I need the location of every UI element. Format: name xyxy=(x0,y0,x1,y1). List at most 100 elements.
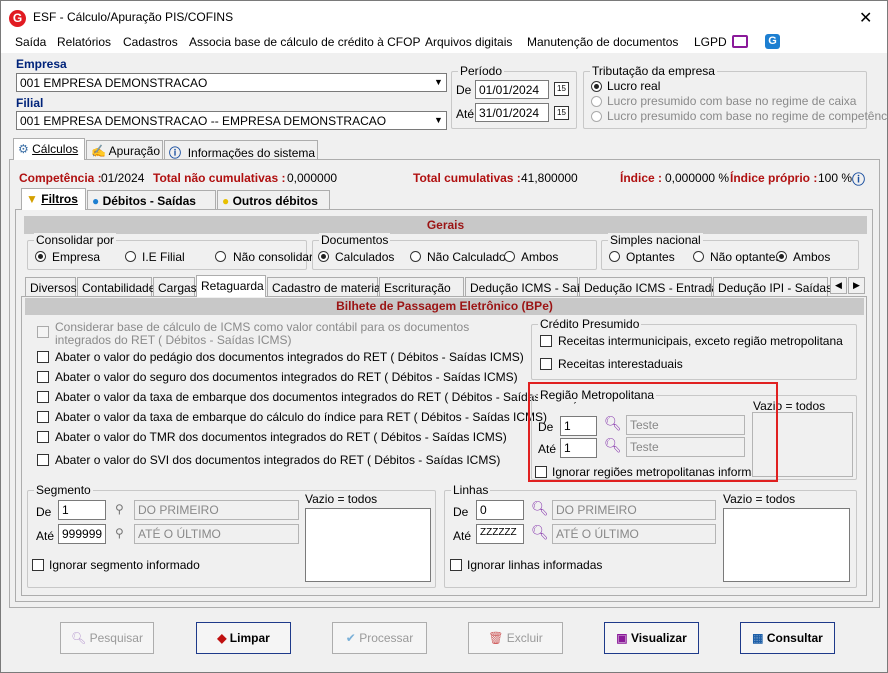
bpe-heading: Bilhete de Passagem Eletrônico (BPe) xyxy=(25,298,864,315)
binoculars-icon[interactable]: ⚲ xyxy=(115,526,124,540)
menu-bar: Saída Relatórios Cadastros Associa base … xyxy=(1,33,887,53)
tab-cadastro-materiais[interactable]: Cadastro de materiais xyxy=(267,277,389,297)
lucro-presumido-competencia-radio[interactable] xyxy=(591,111,602,122)
segmento-de-label: De xyxy=(36,505,52,519)
chevron-down-icon[interactable]: ▼ xyxy=(430,112,446,129)
menu-associa-base[interactable]: Associa base de cálculo de crédito à CFO… xyxy=(189,35,420,49)
ignorar-linhas-checkbox[interactable] xyxy=(450,559,462,571)
binoculars-icon[interactable]: ⚲ xyxy=(115,502,124,516)
optantes-radio[interactable] xyxy=(609,251,620,262)
menu-cadastros[interactable]: Cadastros xyxy=(123,35,178,49)
menu-relatorios[interactable]: Relatórios xyxy=(57,35,111,49)
info-icon: ⓘ xyxy=(169,146,182,160)
total-nao-cumulativas-value: 0,000000 xyxy=(287,171,338,185)
linhas-de-input[interactable]: 0 xyxy=(476,500,524,520)
visualizar-label: Visualizar xyxy=(630,631,687,645)
tab-escrituracao[interactable]: Escrituração xyxy=(379,277,464,297)
filial-select[interactable]: 001 EMPRESA DEMONSTRACAO -- EMPRESA DEMO… xyxy=(16,111,447,130)
tab-retaguarda[interactable]: Retaguarda xyxy=(196,275,266,297)
tab-contabilidade[interactable]: Contabilidade xyxy=(77,277,155,297)
nao-optantes-radio[interactable] xyxy=(693,251,704,262)
search-icon[interactable]: 🔍︎ xyxy=(531,500,549,517)
menu-saida[interactable]: Saída xyxy=(15,35,46,49)
segmento-ate-input[interactable]: 999999 xyxy=(58,524,106,544)
tab-calculos[interactable]: ⚙ Cálculos xyxy=(13,138,85,160)
periodo-ate-input[interactable]: 31/01/2024 xyxy=(475,103,549,122)
consolidar-ie-radio[interactable] xyxy=(125,251,136,262)
calendar-icon[interactable]: 15 xyxy=(554,106,569,120)
nao-optantes-label: Não optantes xyxy=(710,250,782,264)
credito-label: Crédito Presumido xyxy=(538,317,642,331)
processar-label: Processar xyxy=(359,631,414,645)
tab-outros-debitos[interactable]: ● Outros débitos xyxy=(217,190,330,210)
bpe-option-3-checkbox[interactable] xyxy=(37,391,49,403)
receitas-interestaduais-label: Receitas interestaduais xyxy=(558,357,683,371)
linhas-ate-label: Até xyxy=(453,529,472,543)
close-button[interactable]: ✕ xyxy=(859,8,872,28)
periodo-de-label: De xyxy=(456,83,472,97)
info-icon[interactable]: ⓘ xyxy=(852,169,865,188)
consolidar-ie-label: I.E Filial xyxy=(142,250,185,264)
bpe-option-2-checkbox[interactable] xyxy=(37,371,49,383)
tab-deducao-icms-saidas[interactable]: Dedução ICMS - Saídas xyxy=(465,277,599,297)
segmento-list[interactable] xyxy=(305,508,431,582)
limpar-button[interactable]: ◆ Limpar xyxy=(196,622,291,654)
nao-consolidar-label: Não consolidar xyxy=(233,250,314,264)
simples-ambos-radio[interactable] xyxy=(776,251,787,262)
pesquisar-button[interactable]: 🔍︎ Pesquisar xyxy=(60,622,154,654)
brand-g-icon[interactable]: G xyxy=(765,34,780,49)
check-icon: ✔ xyxy=(345,631,356,645)
segmento-de-input[interactable]: 1 xyxy=(58,500,106,520)
visualizar-button[interactable]: ▣ Visualizar xyxy=(604,622,699,654)
documentos-ambos-radio[interactable] xyxy=(504,251,515,262)
tab-informacoes-sistema[interactable]: ⓘ Informações do sistema xyxy=(164,140,318,160)
linhas-ate-input[interactable]: ZZZZZZ xyxy=(476,524,524,544)
calendar-icon[interactable]: 15 xyxy=(554,82,569,96)
tab-diversos[interactable]: Diversos xyxy=(25,277,77,297)
processar-button[interactable]: ✔ Processar xyxy=(332,622,427,654)
tab-filtros[interactable]: ▼ Filtros xyxy=(21,188,86,210)
consolidar-empresa-radio[interactable] xyxy=(35,251,46,262)
lucro-presumido-caixa-radio[interactable] xyxy=(591,96,602,107)
tab-scroll-left-icon[interactable]: ◀ xyxy=(830,277,847,294)
tab-deducao-icms-entradas[interactable]: Dedução ICMS - Entradas xyxy=(579,277,724,297)
table-icon: ▦ xyxy=(752,631,764,645)
periodo-de-input[interactable]: 01/01/2024 xyxy=(475,80,549,99)
receitas-interestaduais-checkbox[interactable] xyxy=(540,358,552,370)
tab-deducao-ipi-saidas[interactable]: Dedução IPI - Saídas xyxy=(713,277,832,297)
tab-scroll-right-icon[interactable]: ▶ xyxy=(848,277,865,294)
excluir-button[interactable]: 🗑︎ Excluir xyxy=(468,622,563,654)
receitas-intermunicipais-checkbox[interactable] xyxy=(540,335,552,347)
tab-apuracao[interactable]: ✍ Apuração xyxy=(86,140,163,160)
menu-arquivos-digitais[interactable]: Arquivos digitais xyxy=(425,35,512,49)
calculados-radio[interactable] xyxy=(318,251,329,262)
menu-manutencao-documentos[interactable]: Manutenção de documentos xyxy=(527,35,678,49)
chevron-down-icon[interactable]: ▼ xyxy=(430,74,446,91)
indice-proprio-value: 100 % xyxy=(818,171,853,185)
menu-lgpd[interactable]: LGPD xyxy=(694,35,727,49)
bpe-option-4-checkbox[interactable] xyxy=(37,411,49,423)
eraser-icon: ◆ xyxy=(217,631,227,645)
linhas-de-desc: DO PRIMEIRO xyxy=(552,500,716,520)
printer-icon: ▣ xyxy=(616,631,628,645)
consultar-button[interactable]: ▦ Consultar xyxy=(740,622,835,654)
tab-debitos-saidas[interactable]: ● Débitos - Saídas xyxy=(87,190,216,210)
lucro-real-radio[interactable] xyxy=(591,81,602,92)
empresa-label: Empresa xyxy=(16,57,67,71)
monitor-icon[interactable] xyxy=(732,35,748,48)
bpe-option-1-label: Abater o valor do pedágio dos documentos… xyxy=(55,350,524,364)
filial-value: 001 EMPRESA DEMONSTRACAO -- EMPRESA DEMO… xyxy=(20,114,387,128)
tab-calculos-label: Cálculos xyxy=(32,142,79,156)
nao-consolidar-radio[interactable] xyxy=(215,251,226,262)
search-icon[interactable]: 🔍︎ xyxy=(531,524,549,541)
ignorar-segmento-checkbox[interactable] xyxy=(32,559,44,571)
bpe-option-6-checkbox[interactable] xyxy=(37,454,49,466)
nao-calculados-radio[interactable] xyxy=(410,251,421,262)
segmento-ate-desc: ATÉ O ÚLTIMO xyxy=(134,524,299,544)
bpe-option-5-checkbox[interactable] xyxy=(37,431,49,443)
empresa-select[interactable]: 001 EMPRESA DEMONSTRACAO ▼ xyxy=(16,73,447,92)
tab-cargas[interactable]: Cargas xyxy=(153,277,197,297)
bpe-option-0-checkbox[interactable] xyxy=(37,326,49,338)
linhas-list[interactable] xyxy=(723,508,850,582)
bpe-option-1-checkbox[interactable] xyxy=(37,351,49,363)
